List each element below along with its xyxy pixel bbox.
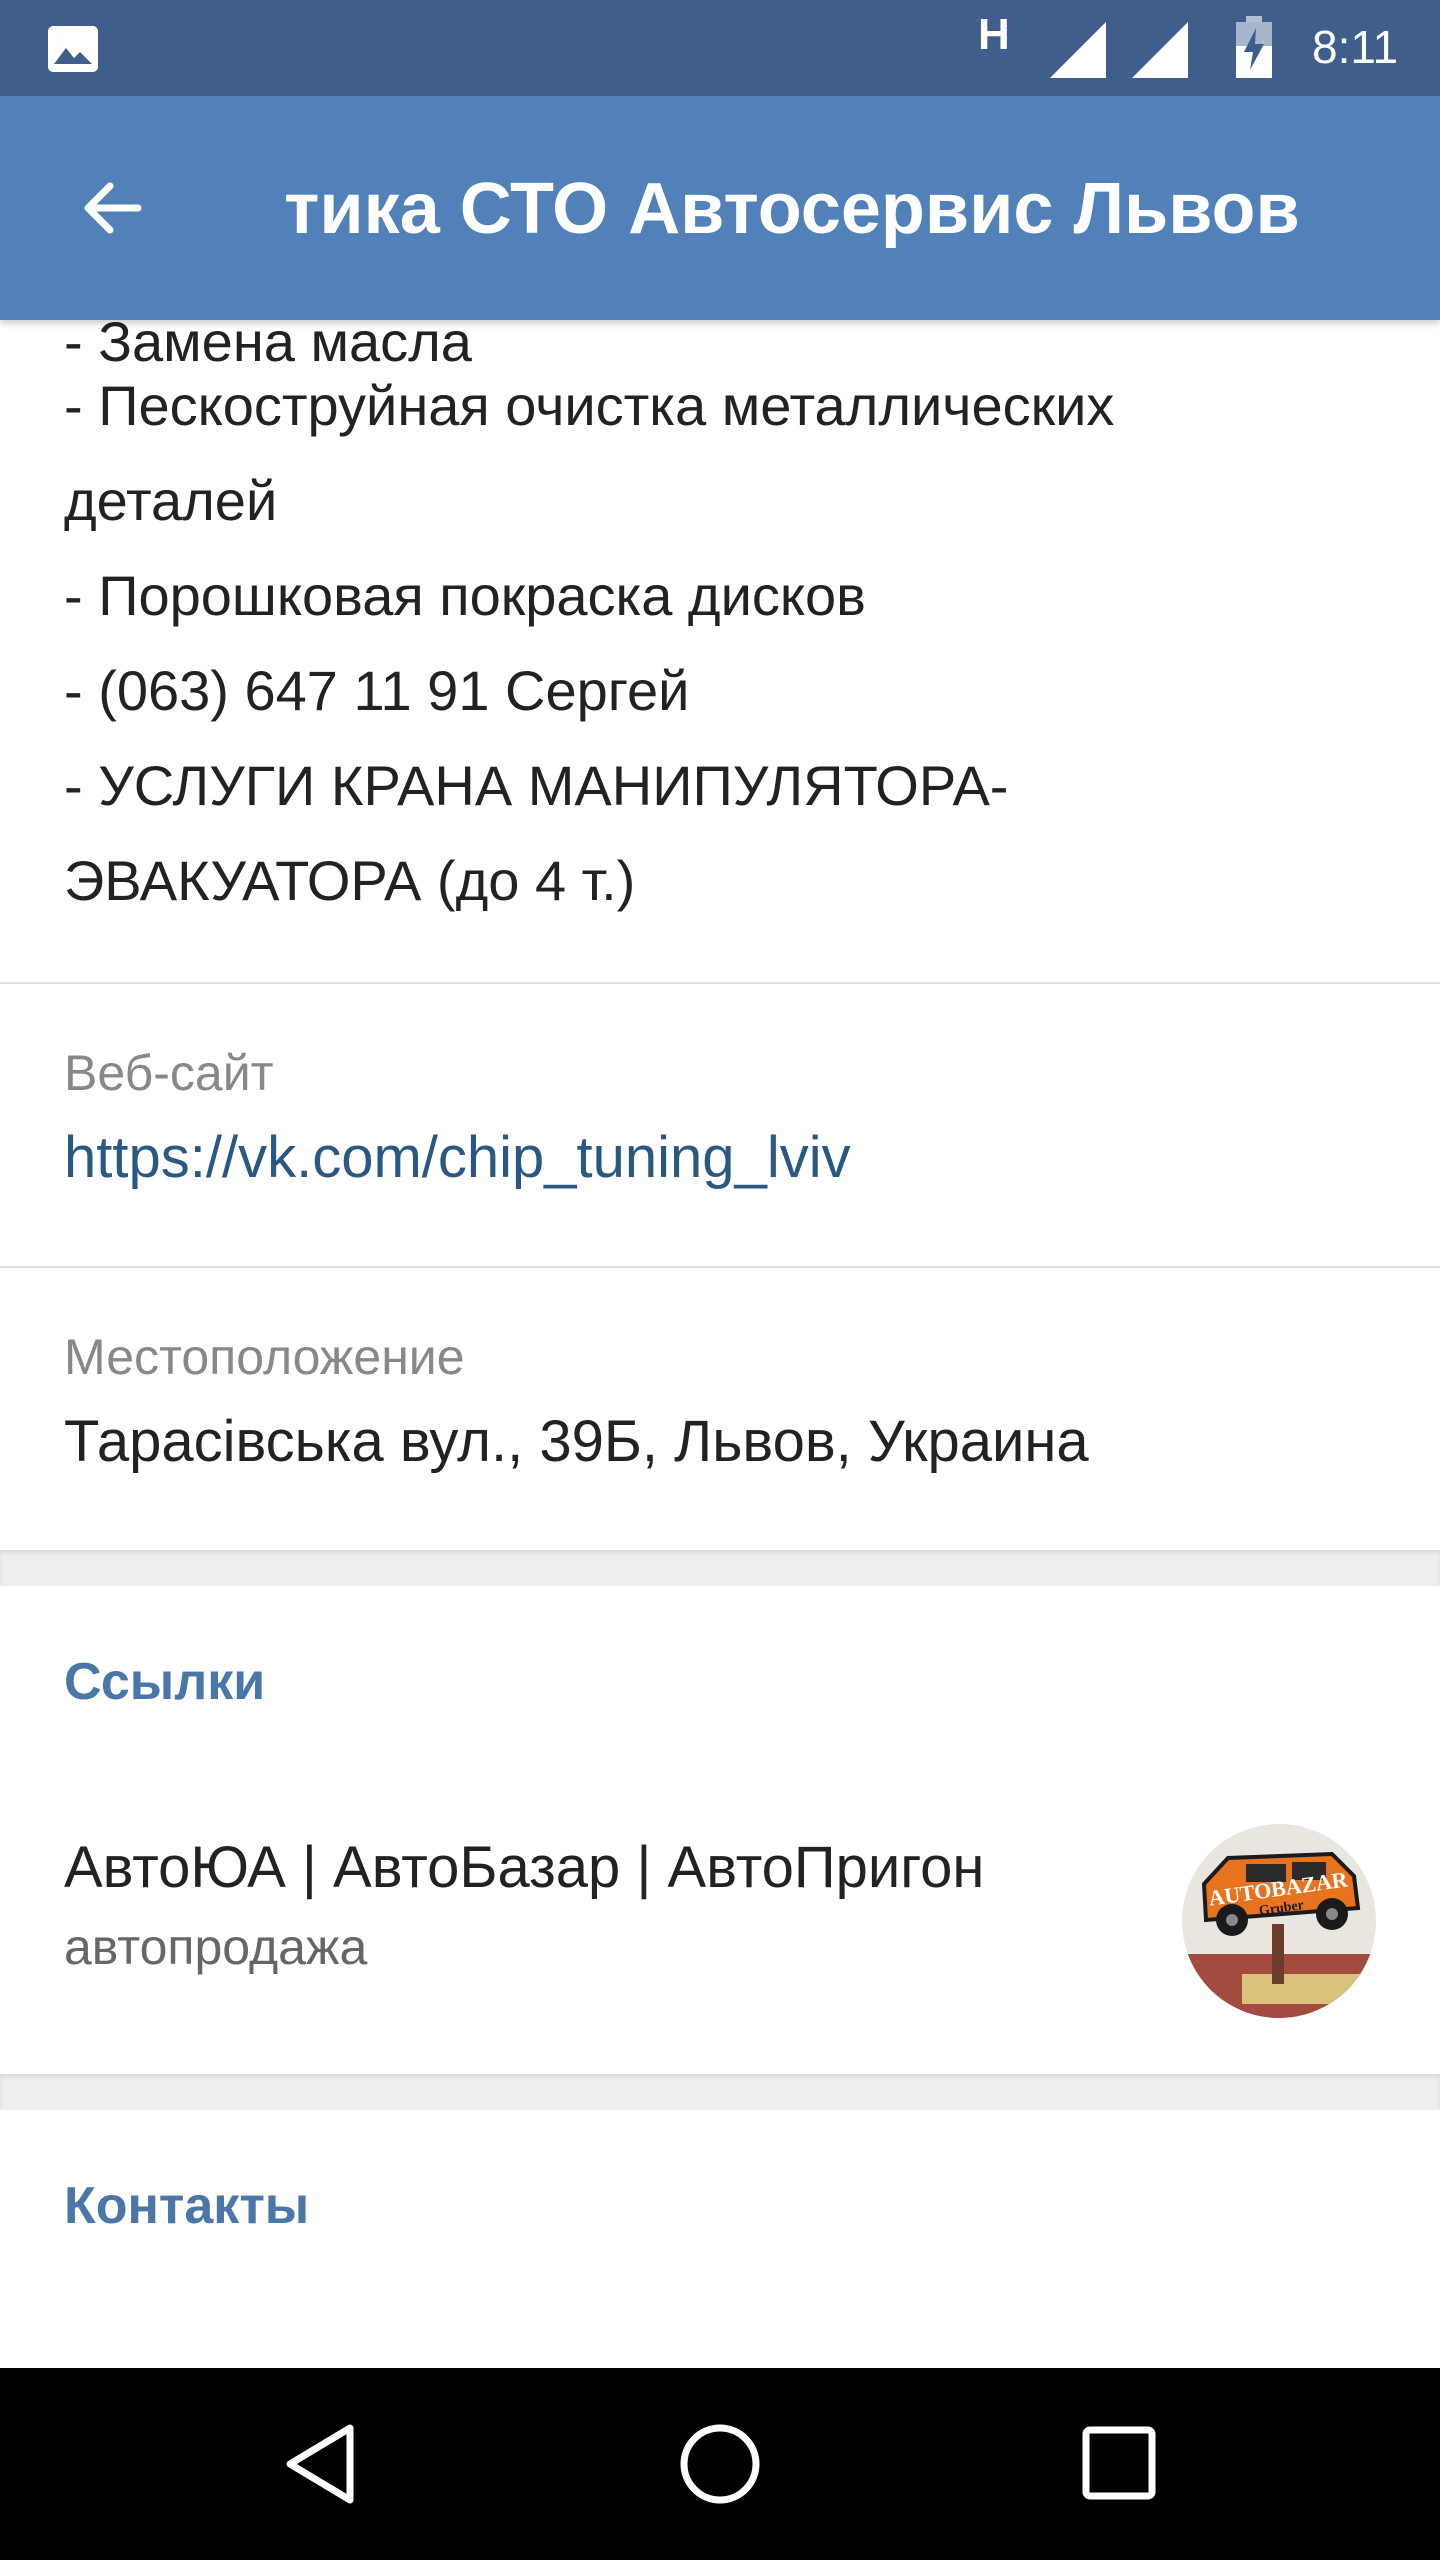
link-item[interactable]: АвтоЮА | АвтоБазар | АвтоПригон автопрод… [0,1794,1440,2074]
location-value: Тарасівська вул., 39Б, Львов, Украина [64,1409,1089,1474]
nav-recents-icon[interactable] [1070,2414,1170,2514]
nav-back-icon[interactable] [272,2414,372,2514]
website-block: Веб-сайт https://vk.com/chip_tuning_lviv [0,984,1440,1266]
link-item-title: АвтоЮА | АвтоБазар | АвтоПригон [64,1835,985,1900]
description-line: деталей [64,469,278,532]
nav-home-icon[interactable] [670,2414,770,2514]
link-item-avatar: AUTOBAZAR Gruber [1182,1824,1376,2018]
description-line: - Порошковая покраска дисков [64,564,866,627]
description-line: - (063) 647 11 91 Сергей [64,659,690,722]
location-block[interactable]: Местоположение Тарасівська вул., 39Б, Ль… [0,1268,1440,1550]
screen: H 8:11 Диагностика СТО Автосервис Львов [0,0,1440,2560]
arrow-left-icon [84,182,142,234]
contacts-section-title: Контакты [64,2177,310,2235]
navigation-bar [0,2368,1440,2560]
website-label: Веб-сайт [64,1045,274,1101]
back-button[interactable] [60,156,164,260]
section-separator [0,1550,1440,1586]
description-line: - УСЛУГИ КРАНА МАНИПУЛЯТОРА- [64,754,1009,817]
section-separator [0,2074,1440,2110]
description-line: ЭВАКУАТОРА (до 4 т.) [64,849,636,912]
title-container: Диагностика СТО Автосервис Львов [282,156,1402,260]
page-title: Диагностика СТО Автосервис Львов [282,169,1300,249]
autobazar-logo: AUTOBAZAR Gruber [1182,1824,1376,2018]
title-fade [1342,156,1402,260]
website-link[interactable]: https://vk.com/chip_tuning_lviv [64,1124,1376,1191]
battery-charging-icon [1236,16,1272,78]
links-section-title: Ссылки [64,1653,266,1711]
network-type-indicator: H [978,10,1010,59]
links-section: Ссылки АвтоЮА | АвтоБазар | АвтоПригон а… [0,1586,1440,2074]
link-item-subtitle: автопродажа [64,1919,368,1975]
community-info: - Замена масла - Пескоструйная очистка м… [0,310,1440,2236]
signal-icon [1050,22,1106,78]
location-label: Местоположение [64,1329,465,1385]
clock: 8:11 [1312,21,1399,73]
description: - Замена масла - Пескоструйная очистка м… [0,310,1440,982]
status-bar: H 8:11 [0,0,1440,96]
app-bar: Диагностика СТО Автосервис Львов [0,96,1440,320]
contacts-section: Контакты [0,2110,1440,2236]
gallery-icon [48,26,98,72]
signal-icon [1132,22,1188,78]
